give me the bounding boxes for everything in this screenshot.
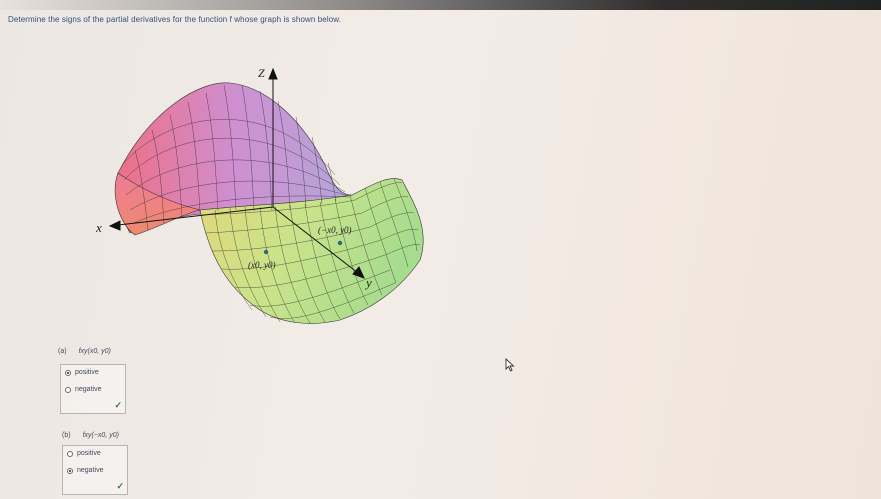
radio-selected-icon[interactable] (65, 369, 71, 376)
part-b-option-positive[interactable]: positive (67, 450, 101, 457)
saddle-surface-graph: Z x y (x0, y0) (−x0, y0) (95, 66, 424, 324)
point-1-label: (x0, y0) (248, 260, 275, 270)
x-axis-label: x (95, 220, 102, 235)
window-top-bar (0, 0, 881, 10)
correct-check-icon: ✓ (116, 481, 124, 491)
part-a-option-negative[interactable]: negative (65, 386, 101, 393)
part-b-expression: fxy(−x0, y0) (82, 432, 119, 439)
part-a-options: positive negative ✓ (60, 364, 126, 414)
radio-unselected-icon[interactable] (65, 386, 71, 393)
z-axis-label: Z (258, 66, 265, 80)
radio-selected-icon[interactable] (67, 467, 73, 474)
option-label: negative (75, 386, 102, 393)
part-b-letter: (b) (62, 432, 71, 439)
point-2-label: (−x0, y0) (318, 225, 352, 235)
part-a-letter: (a) (58, 348, 67, 355)
part-a-expression: fxy(x0, y0) (78, 348, 111, 355)
part-b: (b) fxy(−x0, y0) (62, 432, 119, 439)
question-text: Determine the signs of the partial deriv… (8, 15, 342, 24)
part-b-options: positive negative ✓ (62, 445, 128, 495)
option-label: positive (75, 369, 99, 376)
point-x0-y0 (263, 249, 269, 255)
option-label: negative (77, 467, 104, 474)
part-a-option-positive[interactable]: positive (65, 369, 99, 376)
part-a: (a) fxy(x0, y0) (58, 348, 111, 355)
option-label: positive (77, 450, 101, 457)
radio-unselected-icon[interactable] (67, 450, 73, 457)
point-neg-x0-y0 (337, 240, 343, 246)
mouse-cursor-icon (505, 358, 515, 372)
correct-check-icon: ✓ (114, 400, 122, 410)
y-axis-label: y (364, 275, 372, 290)
part-b-option-negative[interactable]: negative (67, 467, 103, 474)
